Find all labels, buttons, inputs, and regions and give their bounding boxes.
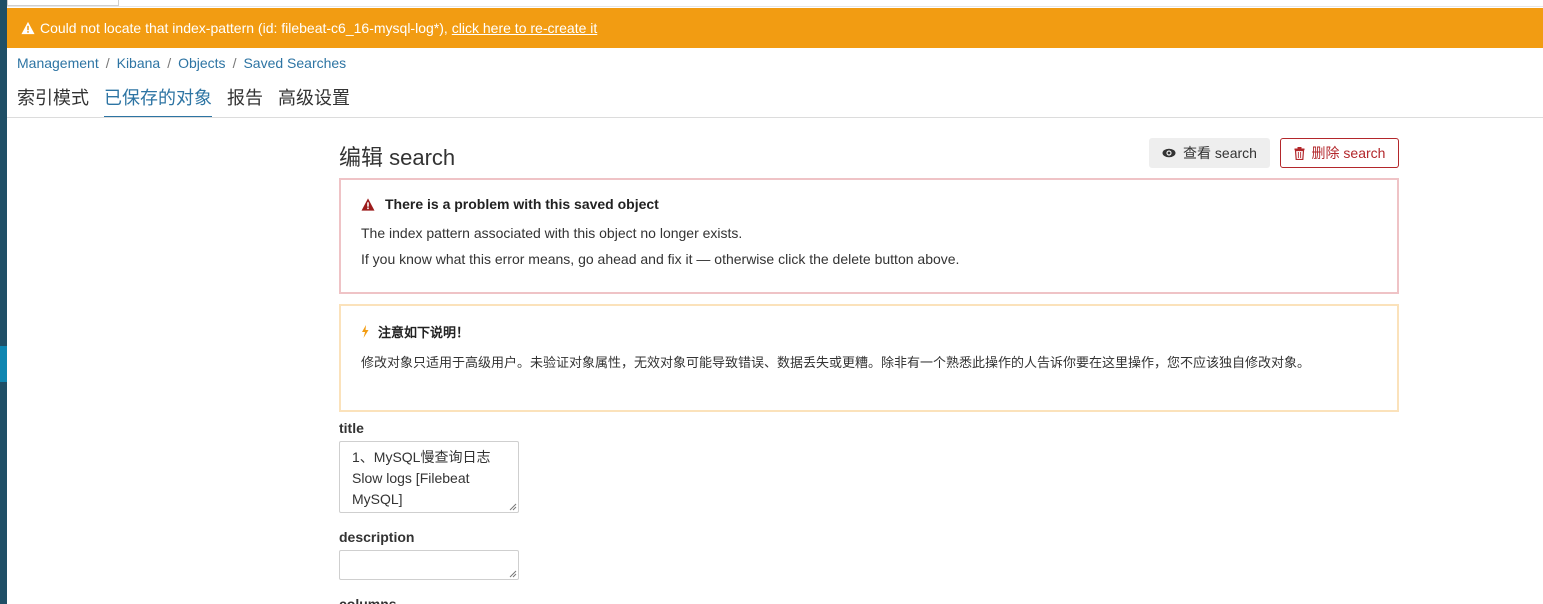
alert-title: There is a problem with this saved objec… (385, 196, 659, 212)
breadcrumb-separator: / (105, 55, 110, 71)
breadcrumb-kibana[interactable]: Kibana (117, 55, 161, 71)
warning-header: 注意如下说明！ (361, 322, 1377, 341)
tabs-divider (7, 117, 1543, 118)
breadcrumb-management[interactable]: Management (17, 55, 99, 71)
index-pattern-warning-banner: Could not locate that index-pattern (id:… (7, 8, 1543, 48)
description-field[interactable] (339, 550, 519, 580)
advanced-users-warning: 注意如下说明！ 修改对象只适用于高级用户。未验证对象属性，无效对象可能导致错误、… (339, 304, 1399, 412)
breadcrumb-separator: / (232, 55, 237, 71)
tab-advanced-settings[interactable]: 高级设置 (278, 84, 350, 118)
left-nav-rail (0, 0, 7, 604)
trash-icon (1294, 146, 1305, 160)
management-tabs: 索引模式 已保存的对象 报告 高级设置 (17, 84, 365, 118)
alert-line-2: If you know what this error means, go ah… (361, 251, 960, 267)
warning-title: 注意如下说明！ (378, 325, 470, 340)
warning-triangle-icon (361, 197, 375, 211)
resize-grip-icon[interactable] (509, 570, 517, 578)
delete-search-label: 删除 search (1311, 145, 1386, 161)
tab-saved-objects[interactable]: 已保存的对象 (104, 84, 212, 118)
alert-header: There is a problem with this saved objec… (361, 196, 1377, 212)
view-search-button[interactable]: 查看 search (1149, 138, 1270, 168)
left-nav-active-indicator (0, 346, 7, 382)
breadcrumb-saved-searches[interactable]: Saved Searches (243, 55, 346, 71)
breadcrumb-objects[interactable]: Objects (178, 55, 225, 71)
view-search-label: 查看 search (1183, 145, 1257, 161)
description-field-label: description (339, 529, 415, 545)
recreate-index-pattern-link[interactable]: click here to re-create it (452, 20, 598, 36)
bolt-icon (362, 325, 369, 338)
page-title: 编辑 search (339, 145, 456, 170)
tab-reporting[interactable]: 报告 (227, 84, 263, 118)
resize-grip-icon[interactable] (509, 503, 517, 511)
saved-object-problem-alert: There is a problem with this saved objec… (339, 178, 1399, 294)
title-field-label: title (339, 420, 364, 436)
top-strip (7, 0, 1543, 7)
breadcrumb: Management / Kibana / Objects / Saved Se… (17, 54, 346, 72)
title-field-value: 1、MySQL慢查询日志 Slow logs [Filebeat MySQL] (352, 449, 491, 507)
warning-body: 修改对象只适用于高级用户。未验证对象属性，无效对象可能导致错误、数据丢失或更糟。… (361, 355, 1311, 370)
breadcrumb-separator: / (167, 55, 172, 71)
tab-index-patterns[interactable]: 索引模式 (17, 84, 89, 118)
banner-message: Could not locate that index-pattern (id:… (40, 20, 448, 36)
alert-line-1: The index pattern associated with this o… (361, 225, 743, 241)
browser-tab-stub (7, 0, 119, 6)
columns-field-label: columns (339, 596, 397, 604)
eye-icon (1162, 148, 1176, 158)
title-field[interactable]: 1、MySQL慢查询日志 Slow logs [Filebeat MySQL] (339, 441, 519, 513)
delete-search-button[interactable]: 删除 search (1280, 138, 1399, 168)
warning-icon (21, 21, 35, 35)
